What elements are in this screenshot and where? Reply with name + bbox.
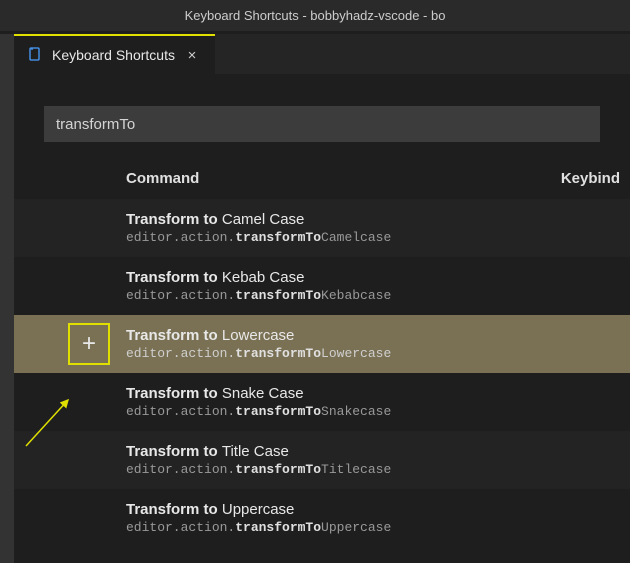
command-label: Transform to Camel Case bbox=[126, 211, 391, 228]
activity-bar bbox=[0, 34, 14, 563]
table-row[interactable]: Transform to Uppercase editor.action.tran… bbox=[14, 489, 630, 547]
command-label: Transform to Uppercase bbox=[126, 501, 391, 518]
tab-label: Keyboard Shortcuts bbox=[52, 47, 175, 63]
command-label: Transform to Snake Case bbox=[126, 385, 391, 402]
table-row[interactable]: Transform to Snake Case editor.action.tra… bbox=[14, 373, 630, 431]
row-content: Transform to Camel Case editor.action.tra… bbox=[126, 211, 391, 245]
add-keybinding-button[interactable]: + bbox=[68, 323, 110, 365]
row-content: Transform to Lowercase editor.action.tran… bbox=[126, 327, 391, 361]
command-id: editor.action.transformToKebabcase bbox=[126, 288, 391, 303]
tab-keyboard-shortcuts[interactable]: Keyboard Shortcuts × bbox=[14, 34, 215, 74]
row-content: Transform to Snake Case editor.action.tra… bbox=[126, 385, 391, 419]
command-id: editor.action.transformToTitlecase bbox=[126, 462, 391, 477]
command-id: editor.action.transformToLowercase bbox=[126, 346, 391, 361]
tab-bar: Keyboard Shortcuts × bbox=[14, 34, 630, 74]
search-box[interactable] bbox=[44, 106, 600, 142]
window-title: Keyboard Shortcuts - bobbyhadz-vscode - … bbox=[0, 0, 630, 31]
table-row[interactable]: Transform to Camel Case editor.action.tra… bbox=[14, 199, 630, 257]
table-row[interactable]: Transform to Kebab Case editor.action.tra… bbox=[14, 257, 630, 315]
command-id: editor.action.transformToUppercase bbox=[126, 520, 391, 535]
table-header: Command Keybind bbox=[14, 142, 630, 199]
results-list: Transform to Camel Case editor.action.tra… bbox=[14, 199, 630, 547]
header-keybinding[interactable]: Keybind bbox=[561, 170, 630, 187]
table-row[interactable]: Transform to Title Case editor.action.tra… bbox=[14, 431, 630, 489]
row-content: Transform to Kebab Case editor.action.tra… bbox=[126, 269, 391, 303]
row-content: Transform to Title Case editor.action.tra… bbox=[126, 443, 391, 477]
command-label: Transform to Lowercase bbox=[126, 327, 391, 344]
command-id: editor.action.transformToSnakecase bbox=[126, 404, 391, 419]
close-icon[interactable]: × bbox=[183, 46, 201, 64]
search-input[interactable] bbox=[56, 116, 588, 133]
command-label: Transform to Title Case bbox=[126, 443, 391, 460]
keyboard-shortcuts-icon bbox=[28, 47, 44, 63]
row-content: Transform to Uppercase editor.action.tran… bbox=[126, 501, 391, 535]
header-command[interactable]: Command bbox=[14, 170, 561, 187]
command-label: Transform to Kebab Case bbox=[126, 269, 391, 286]
command-id: editor.action.transformToCamelcase bbox=[126, 230, 391, 245]
keyboard-shortcuts-panel: Command Keybind Transform to Camel Case e… bbox=[14, 74, 630, 563]
table-row[interactable]: + Transform to Lowercase editor.action.tra… bbox=[14, 315, 630, 373]
